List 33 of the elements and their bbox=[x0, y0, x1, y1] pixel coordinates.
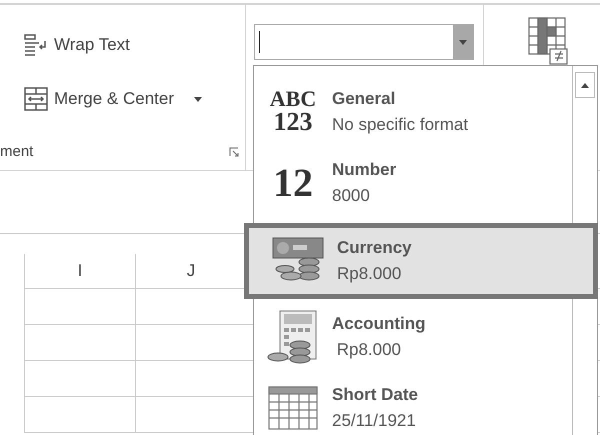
dropdown-arrow-icon bbox=[459, 40, 467, 44]
dialog-launcher-icon[interactable] bbox=[229, 146, 239, 156]
wrap-text-button[interactable]: Wrap Text bbox=[20, 27, 134, 63]
number-format-icon: 12 bbox=[273, 164, 313, 202]
format-name: Number bbox=[332, 160, 396, 180]
text-cursor bbox=[259, 31, 260, 53]
format-name: Short Date bbox=[332, 385, 418, 406]
format-example: 25/11/1921 bbox=[332, 411, 417, 432]
wrap-text-icon bbox=[24, 33, 48, 57]
format-name: General bbox=[332, 88, 396, 109]
format-example: No specific format bbox=[332, 114, 468, 135]
format-option[interactable]: Accounting Rp8.000 bbox=[254, 300, 572, 372]
number-format-icon: ABC 123 bbox=[270, 88, 316, 135]
merge-cells-icon bbox=[24, 87, 48, 111]
conditional-formatting-icon[interactable] bbox=[528, 17, 568, 65]
scroll-up-button[interactable] bbox=[575, 72, 595, 98]
format-option[interactable]: Currency Rp8.000 bbox=[244, 223, 598, 299]
format-example: Rp8.000 bbox=[336, 340, 402, 360]
calendar-icon bbox=[268, 386, 318, 430]
format-example: Rp8.000 bbox=[337, 264, 402, 284]
format-option[interactable]: Short Date 25/11/1921 bbox=[254, 372, 572, 435]
format-option[interactable]: 12 Number 8000 bbox=[254, 148, 572, 220]
merge-center-button[interactable]: Merge & Center bbox=[20, 81, 206, 117]
format-option[interactable]: ABC 123 General No specific format bbox=[254, 76, 572, 148]
dropdown-arrow-icon bbox=[194, 96, 202, 102]
number-format-field[interactable] bbox=[254, 24, 474, 60]
up-arrow-icon bbox=[581, 82, 589, 88]
dropdown-button[interactable] bbox=[453, 25, 473, 59]
column-header[interactable]: I bbox=[24, 254, 135, 288]
group-label: ment bbox=[0, 143, 34, 160]
format-name: Accounting bbox=[332, 314, 426, 334]
format-example: 8000 bbox=[332, 186, 371, 206]
format-name: Currency bbox=[337, 238, 412, 258]
